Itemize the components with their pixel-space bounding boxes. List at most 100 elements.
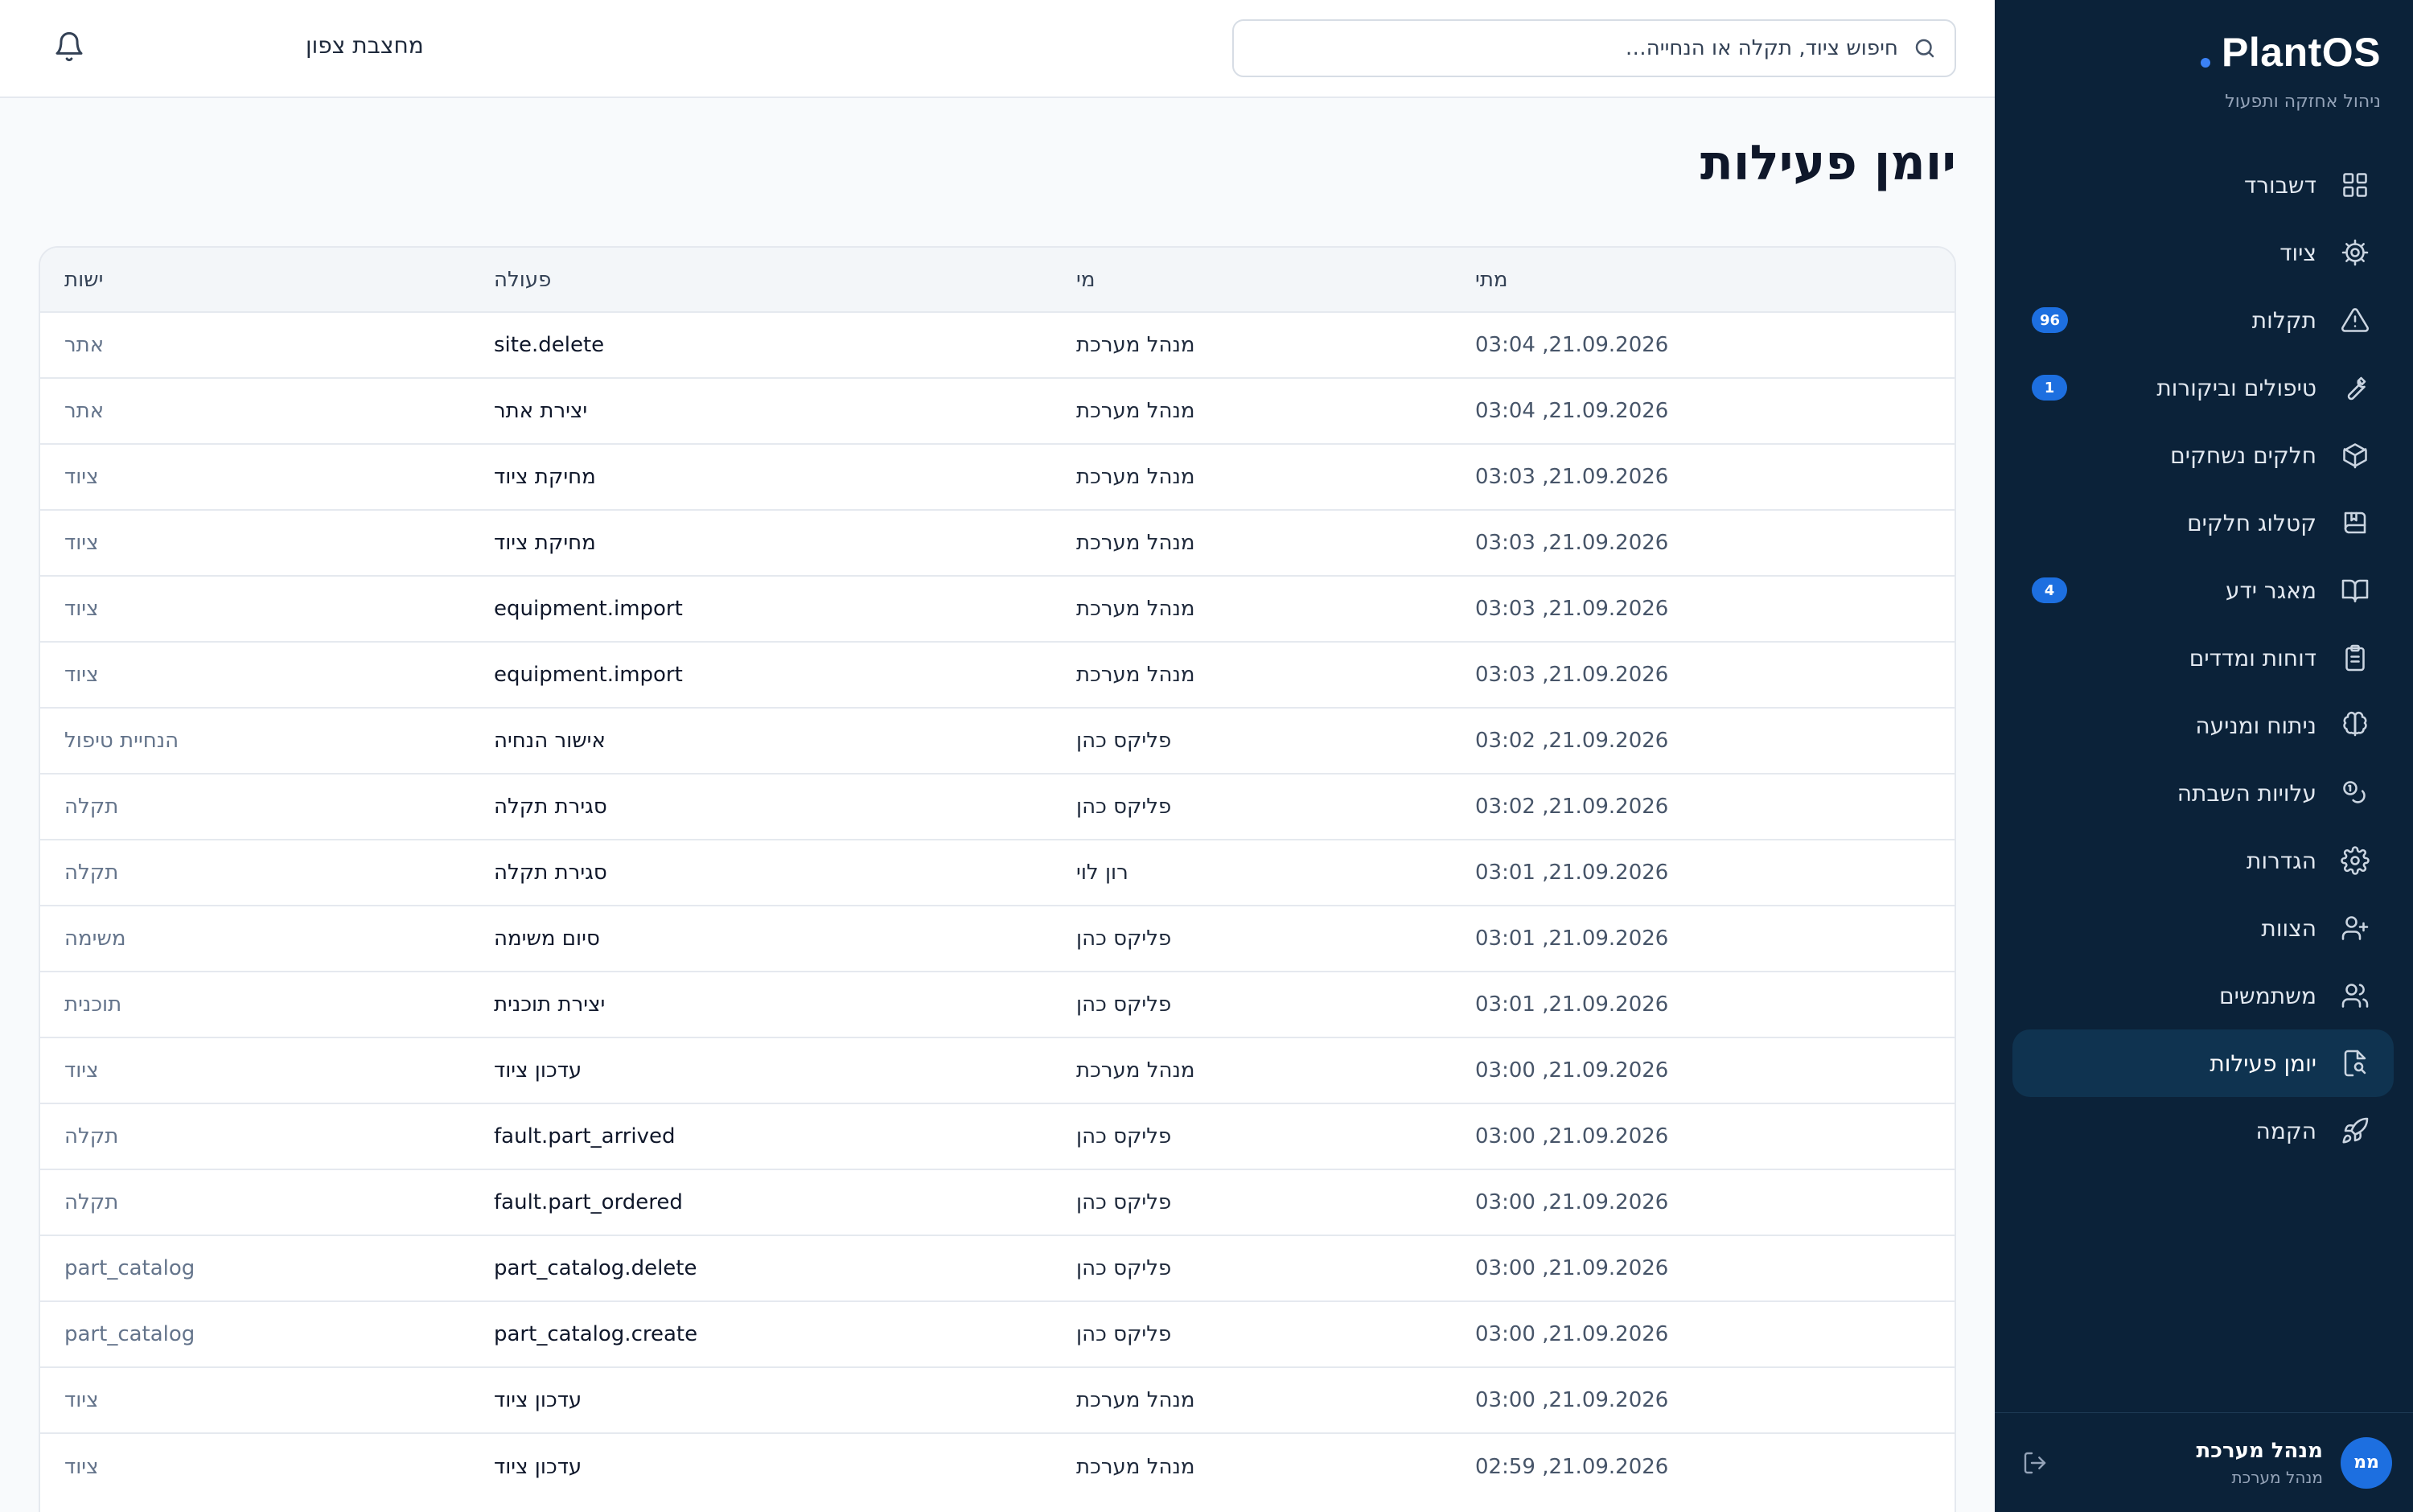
sidebar-item-3[interactable]: טיפולים וביקורות 1 [2012, 354, 2394, 421]
cell-when: 21.09.2026, 03:03 [1475, 531, 1669, 555]
cell-entity: part_catalog [64, 1256, 195, 1280]
column-header-action[interactable]: פעולה [467, 248, 1049, 312]
sidebar-item-12[interactable]: משתמשים [2012, 962, 2394, 1029]
cell-when: 21.09.2026, 03:00 [1475, 1190, 1669, 1214]
cell-when: 21.09.2026, 03:00 [1475, 1388, 1669, 1412]
table-row[interactable]: 21.09.2026, 03:01 פליקס כהן סיום משימה משימ… [40, 906, 1955, 972]
cell-who: פליקס כהן [1076, 992, 1172, 1017]
cell-who: מנהל מערכת [1076, 333, 1195, 357]
cell-who: פליקס כהן [1076, 927, 1172, 951]
table-row[interactable]: 21.09.2026, 03:03 מנהל מערכת equipment.imp… [40, 576, 1955, 642]
sidebar-item-label: עלויות השבתה [2177, 779, 2316, 807]
table-row[interactable]: 21.09.2026, 03:00 פליקס כהן fault.part_arr… [40, 1103, 1955, 1169]
sidebar-item-5[interactable]: קטלוג חלקים [2012, 489, 2394, 557]
logout-icon [2024, 1452, 2046, 1473]
gear-icon [2339, 236, 2371, 269]
sidebar-item-label: קטלוג חלקים [2187, 509, 2316, 536]
sidebar-item-label: טיפולים וביקורות [2156, 374, 2316, 401]
table-row[interactable]: 21.09.2026, 03:00 מנהל מערכת עדכון ציוד ציו… [40, 1037, 1955, 1103]
site-selector[interactable]: מחצבת צפון [306, 32, 424, 59]
cell-when: 21.09.2026, 03:00 [1475, 1058, 1669, 1083]
cell-action: מחיקת ציוד [494, 531, 596, 555]
sidebar-item-7[interactable]: דוחות ומדדים [2012, 624, 2394, 692]
table-row[interactable]: 21.09.2026, 03:00 מנהל מערכת עדכון ציוד ציו… [40, 1367, 1955, 1433]
cell-when: 21.09.2026, 03:01 [1475, 861, 1669, 885]
table-row[interactable]: 21.09.2026, 03:03 מנהל מערכת מחיקת ציוד ציו… [40, 510, 1955, 576]
cell-action: fault.part_arrived [494, 1124, 676, 1148]
search-box[interactable] [1232, 19, 1956, 77]
notifications-button[interactable] [50, 31, 85, 66]
sidebar-item-2[interactable]: תקלות 96 [2012, 286, 2394, 354]
column-header-who[interactable]: מי [1049, 248, 1448, 312]
sidebar-item-14[interactable]: הקמה [2012, 1097, 2394, 1165]
user-icon [2339, 912, 2371, 944]
catalog-book-icon [2339, 507, 2371, 539]
sidebar-item-label: הקמה [2255, 1117, 2316, 1144]
warning-icon [2339, 304, 2371, 336]
sidebar-item-13[interactable]: יומן פעילות [2012, 1029, 2394, 1097]
cell-when: 21.09.2026, 03:00 [1475, 1256, 1669, 1280]
sidebar-item-label: מאגר ידע [2225, 577, 2316, 604]
table-row[interactable]: 21.09.2026, 03:00 פליקס כהן part_catalog.d… [40, 1235, 1955, 1301]
search-icon [1911, 35, 1937, 62]
table-row[interactable]: 21.09.2026, 03:02 פליקס כהן סגירת תקלה תקלה [40, 774, 1955, 840]
avatar[interactable]: ממ [2341, 1436, 2392, 1489]
cell-when: 21.09.2026, 03:01 [1475, 927, 1669, 951]
cell-action: part_catalog.create [494, 1322, 698, 1346]
table-row[interactable]: 21.09.2026, 03:01 רון לוי סגירת תקלה תקלה [40, 840, 1955, 906]
cell-when: 21.09.2026, 03:03 [1475, 663, 1669, 687]
sidebar-nav: דשבורד ציוד תקלות 96 טיפולים וביקורות 1 חלקים … [2012, 151, 2394, 1165]
table-row[interactable]: 21.09.2026, 03:03 מנהל מערכת equipment.imp… [40, 642, 1955, 708]
table-row[interactable]: 21.09.2026, 02:59 מנהל מערכת עדכון ציוד ציו… [40, 1433, 1955, 1499]
page-title: יומן פעילות [1700, 135, 1956, 191]
table-row[interactable]: 21.09.2026, 03:04 מנהל מערכת יצירת אתר אתר [40, 378, 1955, 444]
sidebar-item-11[interactable]: הצוות [2012, 894, 2394, 962]
user-block: ממ מנהל מערכת מנהל מערכת [1995, 1412, 2413, 1512]
sidebar-item-label: חלקים נשחקים [2170, 442, 2316, 469]
sidebar-item-4[interactable]: חלקים נשחקים [2012, 421, 2394, 489]
cell-action: עדכון ציוד [494, 1388, 582, 1412]
cell-entity: ציוד [64, 531, 99, 555]
cell-action: יצירת תוכנית [494, 992, 606, 1017]
topbar: מחצבת צפון [0, 0, 1995, 98]
column-header-when[interactable]: מתי [1448, 248, 1955, 312]
sidebar-item-1[interactable]: ציוד [2012, 219, 2394, 286]
table-row[interactable]: 21.09.2026, 03:03 מנהל מערכת מחיקת ציוד ציו… [40, 444, 1955, 510]
sidebar-item-10[interactable]: הגדרות [2012, 827, 2394, 894]
brand: PlantOS ניהול אחזקה ותפעול [2027, 29, 2381, 112]
sidebar-item-label: הצוות [2261, 914, 2316, 942]
cell-entity: תוכנית [64, 992, 122, 1017]
count-badge: 1 [2032, 375, 2067, 401]
cell-who: מנהל מערכת [1076, 465, 1195, 489]
table-row[interactable]: 21.09.2026, 03:02 פליקס כהן אישור הנחיה הנח… [40, 708, 1955, 774]
cell-when: 21.09.2026, 03:01 [1475, 992, 1669, 1017]
logout-button[interactable] [2016, 1444, 2054, 1482]
sidebar: PlantOS ניהול אחזקה ותפעול דשבורד ציוד תקל… [1995, 0, 2413, 1512]
sidebar-item-9[interactable]: עלויות השבתה [2012, 759, 2394, 827]
cell-when: 21.09.2026, 03:04 [1475, 333, 1669, 357]
sidebar-item-8[interactable]: ניתוח ומניעה [2012, 692, 2394, 759]
cell-entity: ציוד [64, 663, 99, 687]
table-row[interactable]: 21.09.2026, 03:00 פליקס כהן part_catalog.c… [40, 1301, 1955, 1367]
table-row[interactable]: 21.09.2026, 03:04 מנהל מערכת site.delete את… [40, 312, 1955, 378]
cell-who: פליקס כהן [1076, 1190, 1172, 1214]
cell-action: סיום משימה [494, 927, 600, 951]
sidebar-item-6[interactable]: מאגר ידע 4 [2012, 557, 2394, 624]
column-header-entity[interactable]: ישות [40, 248, 467, 312]
cell-entity: תקלה [64, 1190, 119, 1214]
cell-who: רון לוי [1076, 861, 1128, 885]
cell-entity: הנחיית טיפול [64, 729, 179, 753]
table-row[interactable]: 21.09.2026, 03:01 פליקס כהן יצירת תוכנית תו… [40, 972, 1955, 1037]
cell-entity: משימה [64, 927, 126, 951]
brand-logo[interactable]: PlantOS [2201, 29, 2381, 76]
cell-action: equipment.import [494, 597, 683, 621]
sidebar-item-label: יומן פעילות [2210, 1050, 2316, 1077]
cell-entity: ציוד [64, 597, 99, 621]
rocket-icon [2339, 1115, 2371, 1147]
cell-entity: תקלה [64, 861, 119, 885]
user-name: מנהל מערכת [2196, 1438, 2323, 1463]
sidebar-item-0[interactable]: דשבורד [2012, 151, 2394, 219]
table-row[interactable]: 21.09.2026, 03:00 פליקס כהן fault.part_ord… [40, 1169, 1955, 1235]
package-icon [2339, 439, 2371, 471]
search-input[interactable] [1252, 36, 1898, 60]
